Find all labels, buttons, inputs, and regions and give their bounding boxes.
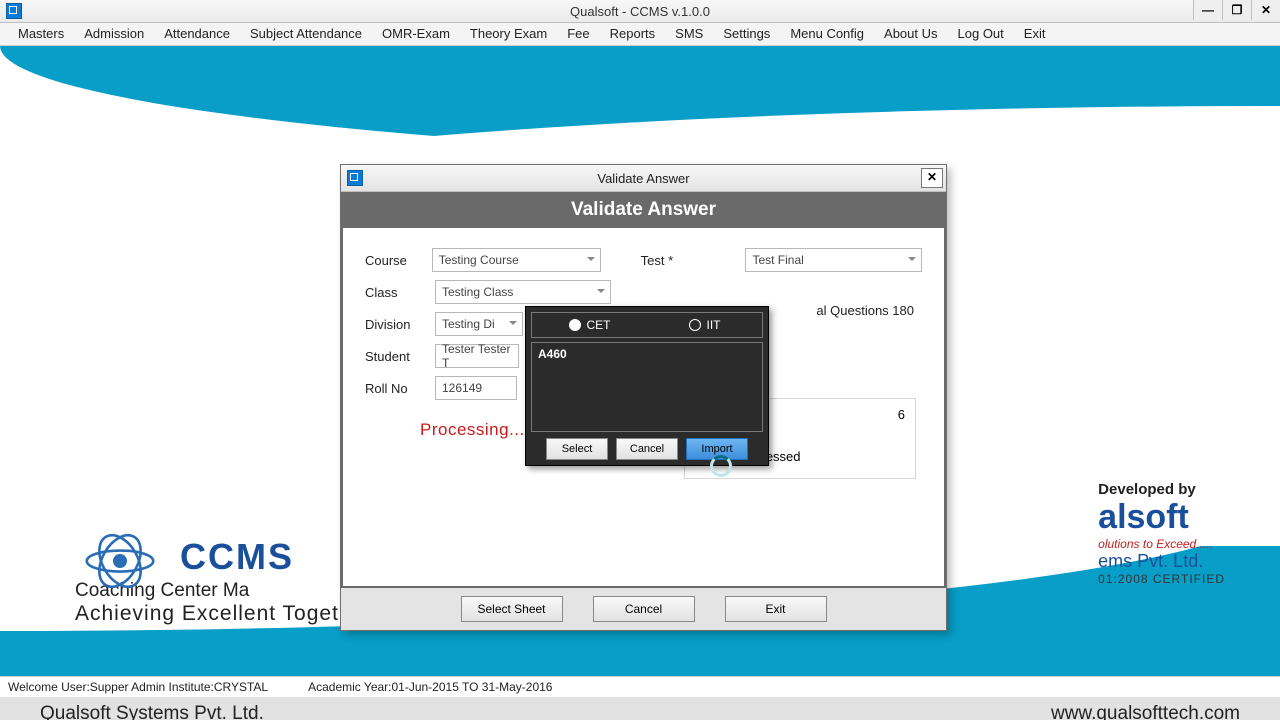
dialog-button-bar: Select Sheet Cancel Exit <box>341 588 946 630</box>
status-year: Academic Year:01-Jun-2015 TO 31-May-2016 <box>308 680 552 694</box>
radio-iit[interactable]: IIT <box>647 313 762 337</box>
dialog-close-button[interactable]: ✕ <box>921 168 943 188</box>
popup-radio-group: CET IIT <box>531 312 763 338</box>
developed-by-label: Developed by <box>1098 481 1225 498</box>
logo-ccms: CCMS Coaching Center Ma Achieving Excell… <box>75 536 372 626</box>
list-item[interactable]: A460 <box>538 347 756 361</box>
menu-subject-attendance[interactable]: Subject Attendance <box>240 23 372 45</box>
qualsoft-tagline: olutions to Exceed..... <box>1098 537 1225 551</box>
menu-exit[interactable]: Exit <box>1014 23 1056 45</box>
in-class-value: 6 <box>898 407 905 422</box>
status-user: Welcome User:Supper Admin Institute:CRYS… <box>8 680 268 694</box>
student-input[interactable]: Tester Tester T <box>435 344 519 368</box>
footer-url: www.qualsofttech.com <box>1051 703 1240 720</box>
popup-list[interactable]: A460 <box>531 342 763 432</box>
menu-reports[interactable]: Reports <box>600 23 666 45</box>
menu-theory-exam[interactable]: Theory Exam <box>460 23 557 45</box>
student-label: Student <box>365 349 435 364</box>
division-label: Division <box>365 317 435 332</box>
class-label: Class <box>365 285 435 300</box>
import-popup: CET IIT A460 Select Cancel Import <box>525 306 769 466</box>
menu-masters[interactable]: Masters <box>8 23 74 45</box>
menu-attendance[interactable]: Attendance <box>154 23 240 45</box>
footer: Qualsoft Systems Pvt. Ltd. www.qualsoftt… <box>0 697 1280 720</box>
roll-value: 126149 <box>442 381 482 395</box>
cancel-button[interactable]: Cancel <box>593 596 695 622</box>
popup-cancel-button[interactable]: Cancel <box>616 438 678 460</box>
ccms-logo-icon <box>75 526 165 596</box>
radio-cet[interactable]: CET <box>532 313 647 337</box>
dialog-title: Validate Answer <box>341 171 946 186</box>
qualsoft-cert: 01:2008 CERTIFIED <box>1098 572 1225 586</box>
menu-admission[interactable]: Admission <box>74 23 154 45</box>
minimize-button[interactable]: — <box>1193 0 1222 20</box>
course-value: Testing Course <box>439 253 519 267</box>
bg-curve-top <box>0 46 1280 166</box>
test-select[interactable]: Test Final <box>745 248 922 272</box>
window-controls: — ❐ ✕ <box>1193 0 1280 20</box>
statusbar: Welcome User:Supper Admin Institute:CRYS… <box>0 676 1280 697</box>
radio-dot-on-icon <box>569 319 581 331</box>
division-value: Testing Di <box>442 317 495 331</box>
course-label: Course <box>365 253 432 268</box>
radio-cet-label: CET <box>587 318 611 332</box>
menu-omr-exam[interactable]: OMR-Exam <box>372 23 460 45</box>
qualsoft-systems: ems Pvt. Ltd. <box>1098 551 1225 572</box>
menu-menu-config[interactable]: Menu Config <box>780 23 874 45</box>
exit-button[interactable]: Exit <box>725 596 827 622</box>
footer-company: Qualsoft Systems Pvt. Ltd. <box>40 703 264 720</box>
radio-iit-label: IIT <box>707 318 721 332</box>
menu-settings[interactable]: Settings <box>713 23 780 45</box>
loading-spinner-icon <box>710 455 732 477</box>
select-sheet-button[interactable]: Select Sheet <box>461 596 563 622</box>
course-select[interactable]: Testing Course <box>432 248 601 272</box>
total-questions-text: al Questions 180 <box>816 303 914 318</box>
menu-log-out[interactable]: Log Out <box>948 23 1014 45</box>
qualsoft-brand: alsoft <box>1098 498 1225 537</box>
class-value: Testing Class <box>442 285 513 299</box>
radio-dot-off-icon <box>689 319 701 331</box>
menu-sms[interactable]: SMS <box>665 23 713 45</box>
menu-about-us[interactable]: About Us <box>874 23 947 45</box>
student-value: Tester Tester T <box>442 342 512 370</box>
roll-label: Roll No <box>365 381 435 396</box>
window-titlebar: Qualsoft - CCMS v.1.0.0 — ❐ ✕ <box>0 0 1280 23</box>
dialog-titlebar: Validate Answer ✕ <box>341 165 946 192</box>
dialog-header: Validate Answer <box>341 192 946 228</box>
menu-fee[interactable]: Fee <box>557 23 599 45</box>
close-button[interactable]: ✕ <box>1251 0 1280 20</box>
popup-select-button[interactable]: Select <box>546 438 608 460</box>
test-label: Test * <box>601 253 746 268</box>
menubar: Masters Admission Attendance Subject Att… <box>0 23 1280 46</box>
logo-qualsoft: Developed by alsoft olutions to Exceed..… <box>1098 481 1225 586</box>
window-title: Qualsoft - CCMS v.1.0.0 <box>0 4 1280 19</box>
maximize-button[interactable]: ❐ <box>1222 0 1251 20</box>
workspace: CCMS Coaching Center Ma Achieving Excell… <box>0 46 1280 676</box>
info-total-questions: al Questions 180 <box>816 303 914 324</box>
division-select[interactable]: Testing Di <box>435 312 523 336</box>
class-select[interactable]: Testing Class <box>435 280 611 304</box>
test-value: Test Final <box>752 253 803 267</box>
ccms-tagline-2: Achieving Excellent Together <box>75 602 372 626</box>
roll-input[interactable]: 126149 <box>435 376 517 400</box>
app-icon <box>6 3 22 19</box>
